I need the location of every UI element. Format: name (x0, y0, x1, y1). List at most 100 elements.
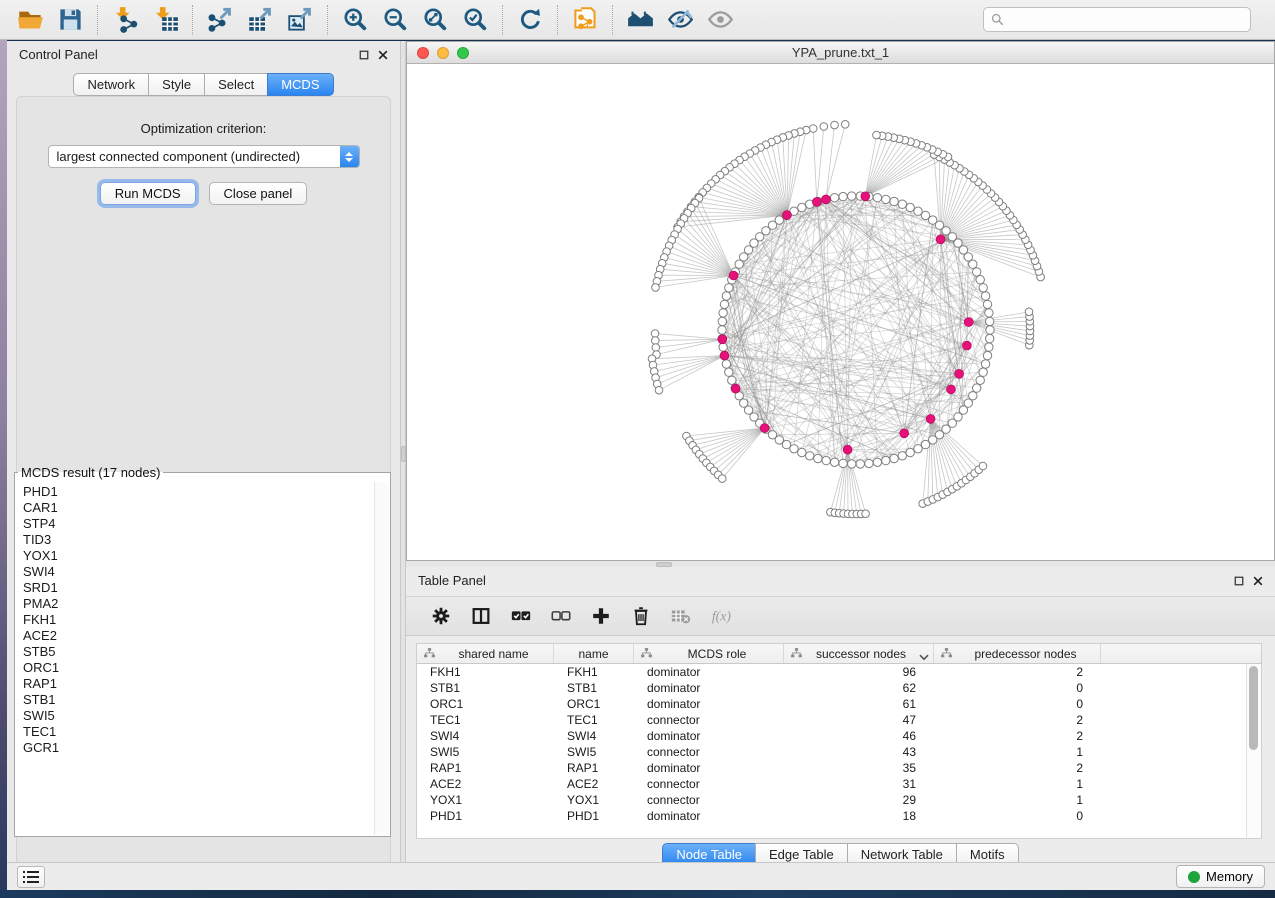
cell-name[interactable]: ORC1 (554, 697, 634, 711)
cell-name[interactable]: TEC1 (554, 713, 634, 727)
dominator-node[interactable] (720, 351, 729, 360)
neighbors-button[interactable] (620, 3, 660, 37)
cell-predecessor-nodes[interactable]: 2 (934, 665, 1101, 679)
mcds-result-item[interactable]: ACE2 (23, 628, 374, 644)
float-panel-icon[interactable] (359, 50, 369, 60)
hide-selected-button[interactable] (660, 3, 700, 37)
cell-successor-nodes[interactable]: 43 (784, 745, 934, 759)
mcds-list-scrollbar[interactable] (374, 482, 389, 835)
search-box[interactable] (983, 7, 1251, 32)
cell-name[interactable]: STB1 (554, 681, 634, 695)
dominator-node[interactable] (963, 341, 972, 350)
dominator-node[interactable] (822, 195, 831, 204)
refresh-button[interactable] (510, 3, 550, 37)
cell-shared-name[interactable]: SWI5 (417, 745, 554, 759)
dominator-node[interactable] (812, 198, 821, 207)
mcds-result-item[interactable]: SWI5 (23, 708, 374, 724)
close-table-panel-icon[interactable] (1253, 576, 1263, 586)
cell-shared-name[interactable]: TEC1 (417, 713, 554, 727)
cell-successor-nodes[interactable]: 61 (784, 697, 934, 711)
zoom-out-button[interactable] (375, 3, 415, 37)
table-row[interactable]: RAP1RAP1dominator352 (417, 760, 1261, 776)
zoom-fit-button[interactable] (415, 3, 455, 37)
close-panel-button[interactable]: Close panel (209, 182, 308, 205)
mcds-result-item[interactable]: PHD1 (23, 484, 374, 500)
float-table-panel-icon[interactable] (1234, 576, 1244, 586)
cell-name[interactable]: ACE2 (554, 777, 634, 791)
mcds-result-item[interactable]: CAR1 (23, 500, 374, 516)
cell-predecessor-nodes[interactable]: 0 (934, 681, 1101, 695)
table-scrollbar-thumb[interactable] (1249, 666, 1258, 750)
cell-successor-nodes[interactable]: 96 (784, 665, 934, 679)
export-network-button[interactable] (200, 3, 240, 37)
cell-predecessor-nodes[interactable]: 2 (934, 761, 1101, 775)
run-mcds-button[interactable]: Run MCDS (100, 182, 196, 205)
select-all-button[interactable] (504, 600, 538, 632)
delete-column-button[interactable] (624, 600, 658, 632)
column-header-shared-name[interactable]: shared name (417, 644, 554, 663)
cell-successor-nodes[interactable]: 18 (784, 809, 934, 823)
cell-successor-nodes[interactable]: 47 (784, 713, 934, 727)
save-session-button[interactable] (50, 3, 90, 37)
mcds-result-item[interactable]: PMA2 (23, 596, 374, 612)
column-header-mcds-role[interactable]: MCDS role (634, 644, 784, 663)
cell-mcds-role[interactable]: connector (634, 713, 784, 727)
dominator-node[interactable] (900, 429, 909, 438)
table-row[interactable]: FKH1FKH1dominator962 (417, 664, 1261, 680)
mcds-result-item[interactable]: ORC1 (23, 660, 374, 676)
table-row[interactable]: PHD1PHD1dominator180 (417, 808, 1261, 824)
search-input[interactable] (1004, 12, 1243, 27)
mcds-result-item[interactable]: FKH1 (23, 612, 374, 628)
export-image-button[interactable] (280, 3, 320, 37)
cell-predecessor-nodes[interactable]: 1 (934, 745, 1101, 759)
add-column-button[interactable] (584, 600, 618, 632)
dominator-node[interactable] (947, 385, 956, 394)
share-document-button[interactable] (565, 3, 605, 37)
close-panel-icon[interactable] (378, 50, 388, 60)
cell-predecessor-nodes[interactable]: 1 (934, 793, 1101, 807)
cell-successor-nodes[interactable]: 35 (784, 761, 934, 775)
table-options-gear-button[interactable] (424, 600, 458, 632)
column-header-name[interactable]: name (554, 644, 634, 663)
deselect-all-button[interactable] (544, 600, 578, 632)
dominator-node[interactable] (718, 335, 727, 344)
tab-style[interactable]: Style (148, 73, 205, 96)
mcds-result-item[interactable]: SWI4 (23, 564, 374, 580)
cell-name[interactable]: FKH1 (554, 665, 634, 679)
zoom-selected-button[interactable] (455, 3, 495, 37)
cell-shared-name[interactable]: STB1 (417, 681, 554, 695)
mcds-result-list[interactable]: PHD1CAR1STP4TID3YOX1SWI4SRD1PMA2FKH1ACE2… (16, 482, 374, 835)
dominator-node[interactable] (861, 192, 870, 201)
task-history-button[interactable] (17, 866, 45, 888)
table-row[interactable]: YOX1YOX1connector291 (417, 792, 1261, 808)
mcds-result-item[interactable]: TID3 (23, 532, 374, 548)
cell-name[interactable]: PHD1 (554, 809, 634, 823)
show-columns-button[interactable] (464, 600, 498, 632)
dominator-node[interactable] (936, 235, 945, 244)
table-row[interactable]: ACE2ACE2connector311 (417, 776, 1261, 792)
mcds-result-item[interactable]: SRD1 (23, 580, 374, 596)
cell-successor-nodes[interactable]: 31 (784, 777, 934, 791)
dominator-node[interactable] (926, 415, 935, 424)
table-row[interactable]: STB1STB1dominator620 (417, 680, 1261, 696)
table-scrollbar[interactable] (1246, 664, 1261, 838)
mcds-result-item[interactable]: STB1 (23, 692, 374, 708)
table-row[interactable]: SWI4SWI4dominator462 (417, 728, 1261, 744)
cell-name[interactable]: RAP1 (554, 761, 634, 775)
export-table-button[interactable] (240, 3, 280, 37)
tab-mcds[interactable]: MCDS (267, 73, 333, 96)
memory-button[interactable]: Memory (1176, 865, 1265, 888)
cell-mcds-role[interactable]: dominator (634, 697, 784, 711)
table-row[interactable]: SWI5SWI5connector431 (417, 744, 1261, 760)
cell-mcds-role[interactable]: connector (634, 777, 784, 791)
cell-mcds-role[interactable]: dominator (634, 665, 784, 679)
table-row[interactable]: ORC1ORC1dominator610 (417, 696, 1261, 712)
open-file-button[interactable] (10, 3, 50, 37)
dominator-node[interactable] (843, 445, 852, 454)
mcds-result-item[interactable]: STP4 (23, 516, 374, 532)
cell-mcds-role[interactable]: dominator (634, 681, 784, 695)
cell-shared-name[interactable]: ACE2 (417, 777, 554, 791)
tab-network[interactable]: Network (73, 73, 149, 96)
cell-predecessor-nodes[interactable]: 0 (934, 809, 1101, 823)
network-graph[interactable] (407, 64, 1274, 560)
